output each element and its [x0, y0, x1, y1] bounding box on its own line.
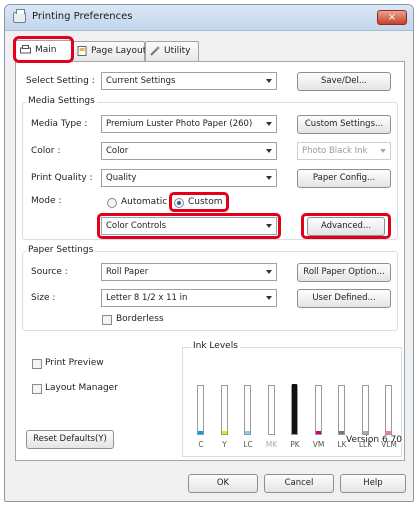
black-ink-value: Photo Black Ink — [302, 146, 368, 156]
ink-bar-lc — [244, 385, 251, 435]
ink-bar-lk — [338, 385, 345, 435]
ink-levels-title: Ink Levels — [191, 341, 240, 351]
cancel-button[interactable]: Cancel — [264, 474, 334, 493]
ink-bar-pk — [291, 384, 298, 435]
ink-bar-vlm — [385, 385, 392, 435]
custom-radio-highlight — [169, 192, 229, 212]
chevron-down-icon — [380, 149, 386, 153]
ink-label-vm: VM — [312, 440, 325, 449]
user-defined-button[interactable]: User Defined... — [297, 289, 391, 308]
ink-bar-mk — [267, 385, 275, 435]
printer-icon — [13, 9, 26, 23]
mode-automatic-label: Automatic — [121, 197, 168, 207]
borderless-checkbox[interactable] — [102, 315, 112, 325]
ink-level-fill — [386, 431, 391, 434]
advanced-button-highlight — [301, 213, 391, 239]
tab-page-layout-label: Page Layout — [91, 46, 147, 56]
print-preview-checkbox[interactable] — [32, 359, 42, 369]
mode-label: Mode : — [31, 196, 62, 206]
ink-label-y: Y — [222, 440, 227, 449]
reset-defaults-button[interactable]: Reset Defaults(Y) — [26, 430, 114, 449]
chevron-down-icon — [266, 296, 272, 300]
chevron-down-icon — [266, 149, 272, 153]
tab-page-layout[interactable]: Page Layout — [72, 41, 147, 61]
source-label: Source : — [31, 267, 68, 277]
ink-level-fill — [315, 431, 321, 434]
ok-button[interactable]: OK — [188, 474, 258, 493]
ink-level-fill — [221, 431, 227, 434]
ink-level-fill — [198, 431, 203, 434]
black-ink-dropdown: Photo Black Ink — [297, 142, 391, 160]
ink-bar-y — [220, 385, 228, 435]
print-quality-dropdown[interactable]: Quality — [101, 169, 277, 187]
color-dropdown[interactable]: Color — [101, 142, 277, 160]
layout-manager-checkbox[interactable] — [32, 384, 42, 394]
mode-dropdown-highlight — [97, 213, 281, 239]
media-type-label: Media Type : — [31, 119, 88, 129]
main-tab-highlight — [13, 36, 74, 63]
ink-bar-c — [197, 385, 204, 435]
color-label: Color : — [31, 146, 61, 156]
window-title: Printing Preferences — [32, 11, 133, 22]
borderless-label: Borderless — [116, 314, 164, 324]
select-setting-label: Select Setting : — [26, 76, 95, 86]
size-value: Letter 8 1/2 x 11 in — [106, 293, 188, 303]
source-dropdown[interactable]: Roll Paper — [101, 263, 277, 281]
ink-level-fill — [245, 431, 250, 434]
printing-preferences-window: Printing Preferences × Main Page Layout … — [4, 4, 414, 502]
color-value: Color — [106, 146, 129, 156]
ink-label-mk: MK — [265, 440, 278, 449]
ink-level-fill — [292, 384, 297, 434]
ink-bar-llk — [361, 385, 369, 435]
size-label: Size : — [31, 293, 56, 303]
ink-level-fill — [339, 431, 344, 434]
save-del-button[interactable]: Save/Del... — [297, 72, 391, 91]
media-type-value: Premium Luster Photo Paper (260) — [106, 119, 253, 129]
print-preview-label: Print Preview — [45, 358, 104, 368]
chevron-down-icon — [266, 79, 272, 83]
media-type-dropdown[interactable]: Premium Luster Photo Paper (260) — [101, 115, 277, 133]
ink-label-pk: PK — [290, 440, 300, 449]
chevron-down-icon — [266, 270, 272, 274]
roll-paper-option-button[interactable]: Roll Paper Option... — [297, 263, 391, 282]
paper-config-button[interactable]: Paper Config... — [297, 169, 391, 188]
mode-automatic-radio[interactable] — [107, 198, 117, 208]
help-button[interactable]: Help — [340, 474, 406, 493]
tab-utility-label: Utility — [164, 46, 191, 56]
source-value: Roll Paper — [106, 267, 149, 277]
media-settings-title: Media Settings — [26, 96, 97, 106]
tab-utility[interactable]: Utility — [145, 41, 199, 61]
close-button[interactable]: × — [377, 10, 407, 25]
paper-settings-title: Paper Settings — [26, 245, 96, 255]
utility-icon — [150, 46, 160, 56]
chevron-down-icon — [266, 122, 272, 126]
ink-label-lc: LC — [243, 440, 253, 449]
title-bar[interactable]: Printing Preferences × — [5, 5, 413, 31]
select-setting-dropdown[interactable]: Current Settings — [101, 72, 277, 90]
main-panel: Select Setting : Current Settings Save/D… — [15, 61, 405, 461]
chevron-down-icon — [266, 176, 272, 180]
ink-level-fill — [362, 431, 368, 434]
ink-bar-vm — [314, 385, 322, 435]
custom-settings-button[interactable]: Custom Settings... — [297, 115, 391, 134]
print-quality-label: Print Quality : — [31, 173, 93, 183]
size-dropdown[interactable]: Letter 8 1/2 x 11 in — [101, 289, 277, 307]
version-text: Version 6.70 — [346, 435, 402, 445]
layout-manager-label: Layout Manager — [45, 383, 118, 393]
select-setting-value: Current Settings — [106, 76, 176, 86]
print-quality-value: Quality — [106, 173, 137, 183]
ink-label-c: C — [198, 440, 204, 449]
page-layout-icon — [77, 45, 87, 56]
